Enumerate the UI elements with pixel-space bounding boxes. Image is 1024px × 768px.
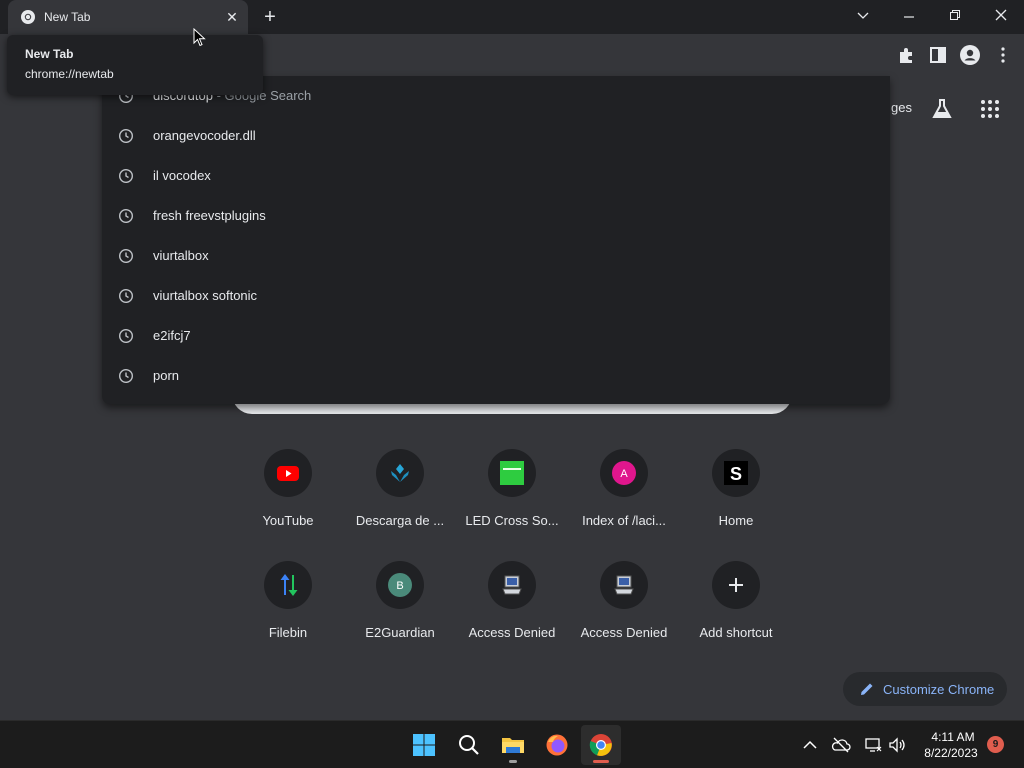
search-icon xyxy=(459,735,479,755)
windows-start-icon xyxy=(413,734,435,756)
suggestion-text: porn xyxy=(153,368,180,383)
home-s-icon: S xyxy=(724,461,748,485)
tab-hover-card: New Tab chrome://newtab xyxy=(7,35,263,95)
svg-text:A: A xyxy=(620,468,628,480)
minimize-icon[interactable] xyxy=(891,4,927,28)
file-explorer-button[interactable] xyxy=(493,725,533,765)
suggestion-item[interactable]: e2ifcj7 xyxy=(102,316,890,356)
new-tab-plus-icon[interactable]: + xyxy=(258,6,282,28)
tab-title: New Tab xyxy=(44,10,91,24)
suggestion-text: orangevocoder.dll xyxy=(153,128,256,143)
clock-icon xyxy=(118,288,134,304)
shortcut-access-denied-1[interactable]: Access Denied xyxy=(456,561,568,661)
letter-b-icon: B xyxy=(388,573,412,597)
clock-icon xyxy=(118,248,134,264)
network-icon[interactable] xyxy=(863,735,883,755)
labs-flask-icon[interactable] xyxy=(930,97,954,121)
clock-icon xyxy=(118,208,134,224)
show-hidden-icons-chevron-icon[interactable] xyxy=(800,735,820,755)
folder-icon xyxy=(502,738,524,753)
volume-icon[interactable] xyxy=(887,735,907,755)
google-apps-grid-icon[interactable] xyxy=(980,99,1000,119)
onedrive-offline-icon[interactable] xyxy=(831,735,851,755)
firefox-button[interactable] xyxy=(537,725,577,765)
taskbar-search-button[interactable] xyxy=(449,725,489,765)
shortcut-descarga[interactable]: Descarga de ... xyxy=(344,449,456,549)
tab-new-tab[interactable]: New Tab ✕ xyxy=(8,0,248,34)
clock-icon xyxy=(118,368,134,384)
clock-icon xyxy=(118,128,134,144)
shortcut-index-of[interactable]: A Index of /laci... xyxy=(568,449,680,549)
access-denied-icon xyxy=(502,575,522,595)
tab-search-chevron-icon[interactable] xyxy=(845,4,881,28)
svg-text:S: S xyxy=(730,464,742,484)
shortcut-label: E2Guardian xyxy=(365,625,435,640)
shortcut-label: Descarga de ... xyxy=(355,513,445,528)
shortcut-label: Access Denied xyxy=(580,625,668,640)
customize-chrome-label: Customize Chrome xyxy=(883,682,995,697)
suggestion-item[interactable]: il vocodex xyxy=(102,156,890,196)
shortcut-filebin[interactable]: Filebin xyxy=(232,561,344,661)
images-link[interactable]: ges xyxy=(891,100,912,115)
close-window-icon[interactable] xyxy=(983,4,1019,28)
svg-text:B: B xyxy=(396,580,403,592)
shortcut-label: YouTube xyxy=(262,513,314,528)
shortcut-led-cross[interactable]: LED Cross So... xyxy=(456,449,568,549)
suggestion-item[interactable]: porn xyxy=(102,356,890,396)
mouse-cursor-icon xyxy=(193,28,206,47)
title-bar: New Tab ✕ + xyxy=(0,0,1024,34)
plus-icon xyxy=(729,578,743,592)
chrome-icon xyxy=(589,734,612,756)
taskbar-time[interactable]: 4:11 AM xyxy=(920,730,986,744)
clock-icon xyxy=(118,168,134,184)
youtube-icon xyxy=(277,466,299,481)
hover-card-url: chrome://newtab xyxy=(25,67,114,81)
filebin-icon xyxy=(280,574,298,596)
omnibox-suggestions-dropdown: discordtop - Google Search orangevocoder… xyxy=(102,76,890,404)
customize-chrome-button[interactable]: Customize Chrome xyxy=(843,672,1007,706)
suggestion-item[interactable]: fresh freevstplugins xyxy=(102,196,890,236)
shortcut-e2guardian[interactable]: B E2Guardian xyxy=(344,561,456,661)
shortcut-label: Home xyxy=(718,513,754,528)
taskbar-date[interactable]: 8/22/2023 xyxy=(916,746,986,760)
suggestion-text: viurtalbox xyxy=(153,248,209,263)
windows-taskbar: 4:11 AM 8/22/2023 9 xyxy=(0,720,1024,768)
suggestion-text: fresh freevstplugins xyxy=(153,208,266,223)
led-icon xyxy=(500,461,524,485)
shortcut-label: Index of /laci... xyxy=(582,513,666,528)
profile-avatar-icon[interactable] xyxy=(958,43,982,67)
extensions-puzzle-icon[interactable] xyxy=(895,43,919,67)
shortcut-label: Add shortcut xyxy=(699,625,773,640)
suggestion-text: il vocodex xyxy=(153,168,211,183)
side-panel-icon[interactable] xyxy=(926,43,950,67)
shortcut-label: Access Denied xyxy=(468,625,556,640)
menu-kebab-icon[interactable] xyxy=(991,43,1015,67)
access-denied-icon xyxy=(614,575,634,595)
chrome-taskbar-button[interactable] xyxy=(581,725,621,765)
suggestion-text: viurtalbox softonic xyxy=(153,288,258,303)
suggestion-item[interactable]: orangevocoder.dll xyxy=(102,116,890,156)
shortcut-access-denied-2[interactable]: Access Denied xyxy=(568,561,680,661)
suggestion-item[interactable]: viurtalbox xyxy=(102,236,890,276)
shortcut-home[interactable]: S Home xyxy=(680,449,792,549)
descarga-icon xyxy=(391,464,409,482)
shortcut-label: Filebin xyxy=(268,625,308,640)
hover-card-title: New Tab xyxy=(25,47,74,61)
shortcut-youtube[interactable]: YouTube xyxy=(232,449,344,549)
clock-icon xyxy=(118,328,134,344)
notification-badge[interactable]: 9 xyxy=(987,736,1004,753)
suggestion-text: e2ifcj7 xyxy=(153,328,191,343)
firefox-icon xyxy=(546,734,568,756)
suggestion-item[interactable]: viurtalbox softonic xyxy=(102,276,890,316)
chrome-icon xyxy=(21,10,35,24)
shortcut-label: LED Cross So... xyxy=(465,513,559,528)
start-button[interactable] xyxy=(404,725,444,765)
tab-close-icon[interactable]: ✕ xyxy=(224,9,240,25)
restore-icon[interactable] xyxy=(937,4,973,28)
add-shortcut-button[interactable]: Add shortcut xyxy=(680,561,792,661)
pencil-icon xyxy=(861,683,873,695)
letter-a-icon: A xyxy=(612,461,636,485)
